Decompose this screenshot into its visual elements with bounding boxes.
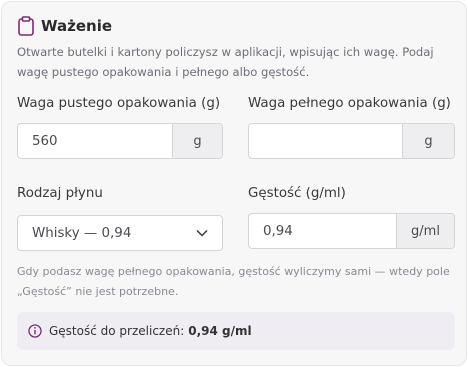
liquid-type-selected: Whisky — 0,94 xyxy=(32,225,132,241)
info-value: 0,94 g/ml xyxy=(188,324,252,338)
empty-weight-unit: g xyxy=(172,124,222,158)
density-info-box: Gęstość do przeliczeń: 0,94 g/ml xyxy=(17,312,455,350)
full-weight-field[interactable]: g xyxy=(248,123,455,159)
section-description: Otwarte butelki i kartony policzysz w ap… xyxy=(17,45,434,79)
full-weight-label: Waga pełnego opakowania (g) xyxy=(248,96,451,111)
density-field[interactable]: 0,94 g/ml xyxy=(248,213,455,249)
density-label: Gęstość (g/ml) xyxy=(248,186,346,201)
weighing-card: Ważenie Otwarte butelki i kartony policz… xyxy=(1,1,467,366)
density-hint: Gdy podasz wagę pełnego opakowania, gęst… xyxy=(17,265,450,298)
section-header: Ważenie xyxy=(17,16,112,36)
empty-weight-label: Waga pustego opakowania (g) xyxy=(17,96,221,111)
liquid-type-label: Rodzaj płynu xyxy=(17,186,103,201)
info-label: Gęstość do przeliczeń: xyxy=(49,324,185,338)
density-input[interactable]: 0,94 xyxy=(249,214,396,248)
empty-weight-field[interactable]: 560 g xyxy=(17,123,223,159)
empty-weight-input[interactable]: 560 xyxy=(18,124,172,158)
clipboard-icon xyxy=(18,16,34,36)
section-title: Ważenie xyxy=(41,17,113,35)
chevron-down-icon xyxy=(196,229,208,237)
full-weight-unit: g xyxy=(402,124,454,158)
density-unit: g/ml xyxy=(396,214,454,248)
liquid-type-select[interactable]: Whisky — 0,94 xyxy=(17,215,223,251)
full-weight-input[interactable] xyxy=(249,124,402,158)
info-icon xyxy=(28,324,42,338)
